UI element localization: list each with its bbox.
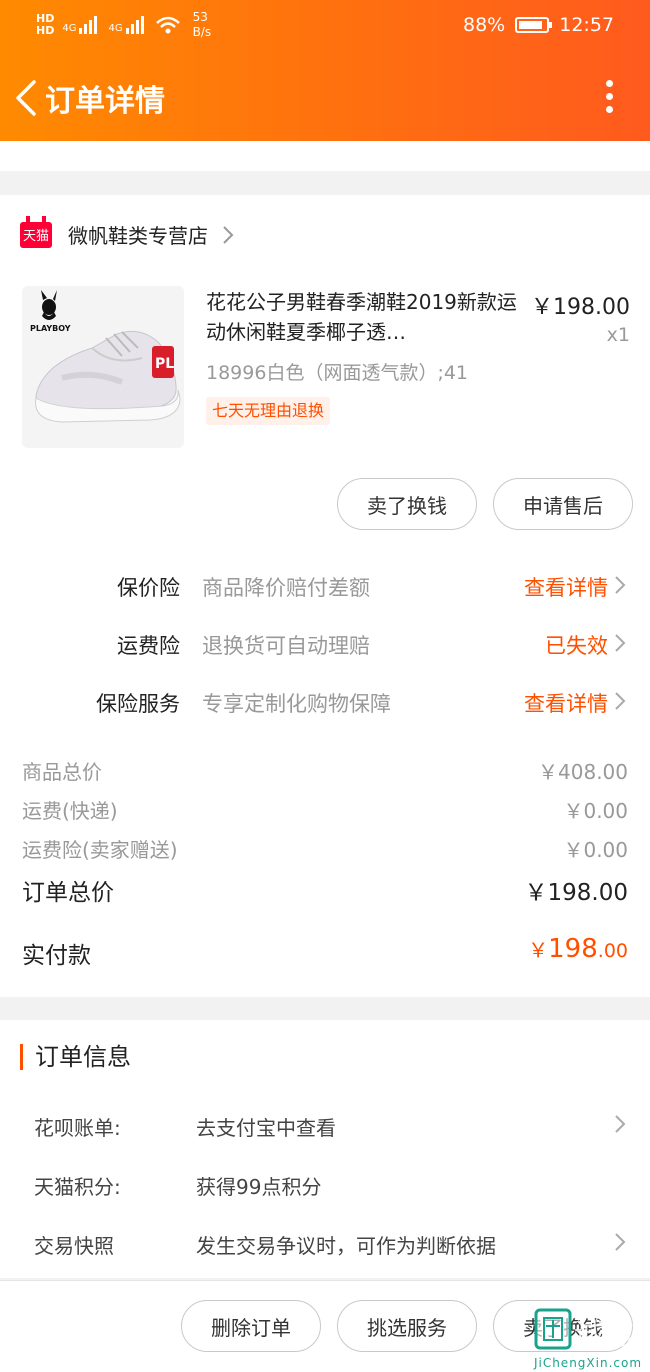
hd-indicator: HD <box>36 24 55 37</box>
network-speed: 53 B/s <box>192 10 212 39</box>
signal-icon <box>79 16 98 34</box>
amount-paid-label: 实付款 <box>22 943 91 969</box>
status-bar: HD HD 4G 4G 53 B/s 88% 12:57 <box>0 0 650 56</box>
shipping-insurance-status[interactable]: 已失效 <box>545 630 608 660</box>
huabei-bill-label: 花呗账单: <box>34 1116 121 1140</box>
order-total-label: 订单总价 <box>22 880 114 906</box>
shipping-insurance-fee-label: 运费险(卖家赠送) <box>22 838 178 862</box>
page-title: 订单详情 <box>45 84 165 119</box>
order-info-title: 订单信息 <box>20 1044 131 1070</box>
tmall-points-label: 天猫积分: <box>34 1175 121 1199</box>
chevron-right-icon[interactable] <box>614 633 626 653</box>
chevron-right-icon[interactable] <box>614 575 626 595</box>
shipping-insurance-fee-value: ￥0.00 <box>563 838 628 862</box>
huabei-bill-value[interactable]: 去支付宝中查看 <box>196 1112 336 1141</box>
svg-text:PL: PL <box>155 356 174 372</box>
trade-snapshot-value[interactable]: 发生交易争议时，可作为判断依据 <box>196 1230 496 1259</box>
network-type: 4G <box>62 23 77 34</box>
return-policy-tag: 七天无理由退换 <box>206 397 331 425</box>
chevron-right-icon <box>223 225 234 244</box>
chevron-right-icon[interactable] <box>614 691 626 711</box>
battery-percent: 88% <box>463 14 506 36</box>
insurance-service-label: 保险服务 <box>96 692 180 716</box>
network-type: 4G <box>108 23 123 34</box>
shipping-fee-label: 运费(快递) <box>22 799 118 823</box>
chevron-right-icon[interactable] <box>614 1232 626 1252</box>
more-menu-icon[interactable] <box>606 80 614 116</box>
tmall-badge: 天猫 <box>20 215 52 248</box>
sell-for-cash-button[interactable]: 卖了换钱 <box>337 478 477 530</box>
price-protection-link[interactable]: 查看详情 <box>524 572 608 602</box>
select-service-button[interactable]: 挑选服务 <box>337 1300 477 1352</box>
price-protection-desc: 商品降价赔付差额 <box>202 576 370 600</box>
amount-paid-value: ￥198.00 <box>528 934 628 964</box>
tmall-points-value: 获得99点积分 <box>196 1175 322 1199</box>
shipping-insurance-label: 运费险 <box>117 634 180 658</box>
signal-icon <box>125 16 144 34</box>
battery-level <box>519 21 543 29</box>
back-arrow-icon[interactable] <box>12 78 42 118</box>
insurance-service-desc: 专享定制化购物保障 <box>202 692 391 716</box>
insurance-service-link[interactable]: 查看详情 <box>524 688 608 718</box>
clock: 12:57 <box>559 14 614 36</box>
shop-name: 微帆鞋类专营店 <box>68 224 208 248</box>
apply-after-sales-button[interactable]: 申请售后 <box>493 478 633 530</box>
product-sku: 18996白色（网面透气款）;41 <box>206 362 469 384</box>
product-name[interactable]: 花花公子男鞋春季潮鞋2019新款运动休闲鞋夏季椰子透… <box>206 287 522 347</box>
order-total-value: ￥198.00 <box>524 880 628 906</box>
goods-total-value: ￥408.00 <box>538 760 628 784</box>
site-watermark: 诚信 JiChengXin.com <box>530 1300 646 1370</box>
header-spacer <box>0 141 650 171</box>
sneaker-image: PLAYBOY PL <box>30 290 181 423</box>
watermark-logo-icon <box>534 1308 572 1350</box>
product-image[interactable]: PLAYBOY PL <box>22 286 184 448</box>
app-header: HD HD 4G 4G 53 B/s 88% 12:57 订单详情 <box>0 0 650 141</box>
brand-logo: PLAYBOY <box>30 324 71 333</box>
goods-total-label: 商品总价 <box>22 760 102 784</box>
trade-snapshot-label: 交易快照 <box>34 1234 114 1258</box>
delete-order-button[interactable]: 删除订单 <box>181 1300 321 1352</box>
battery-icon <box>515 17 553 33</box>
product-price: ￥198.00 <box>531 295 630 320</box>
shop-row[interactable]: 天猫 微帆鞋类专营店 <box>20 215 234 249</box>
price-protection-label: 保价险 <box>117 576 180 600</box>
wifi-icon <box>155 16 180 34</box>
shipping-fee-value: ￥0.00 <box>563 799 628 823</box>
shipping-insurance-desc: 退换货可自动理赔 <box>202 634 370 658</box>
product-quantity: x1 <box>606 324 630 346</box>
chevron-right-icon[interactable] <box>614 1114 626 1134</box>
